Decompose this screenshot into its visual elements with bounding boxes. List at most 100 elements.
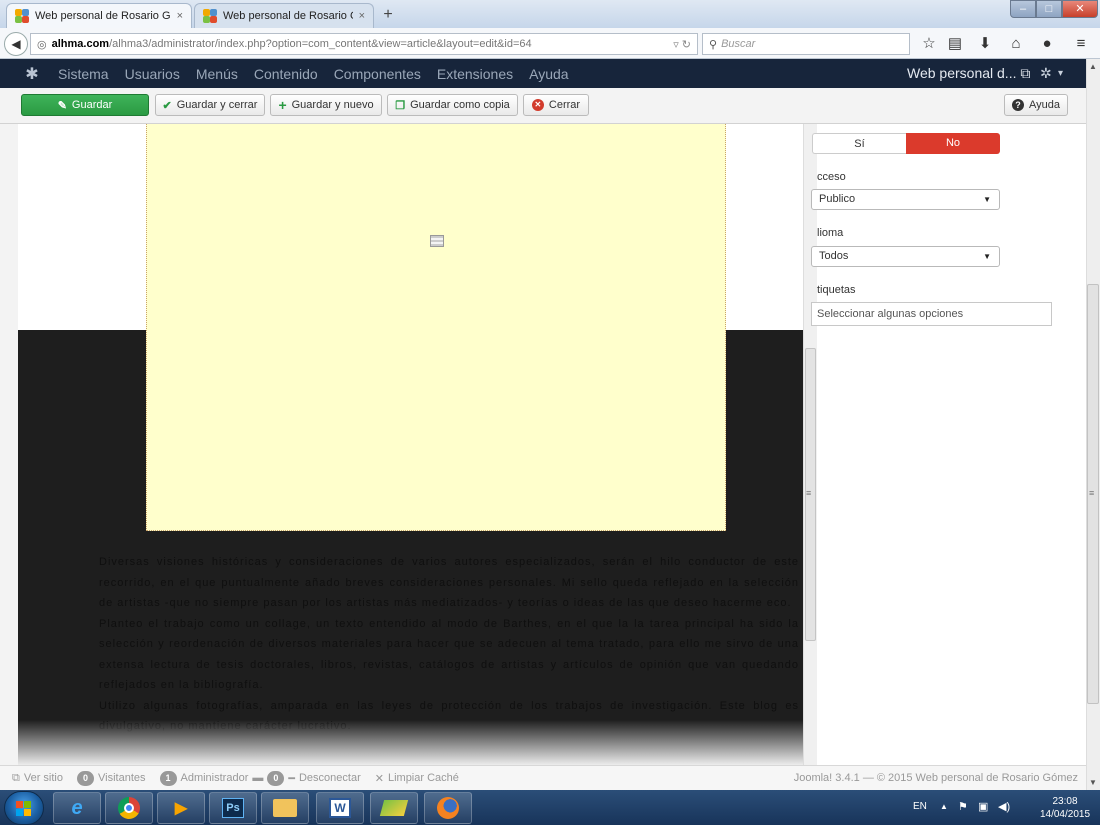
visitors-count-badge: 0 (77, 770, 94, 786)
word-icon[interactable]: W (316, 792, 364, 824)
menu-extensiones[interactable]: Extensiones (437, 66, 513, 82)
scroll-up-icon[interactable]: ▲ (1089, 62, 1097, 71)
search-icon: ⚲ (709, 38, 718, 51)
chat-icon[interactable]: ● (1036, 33, 1058, 55)
logout-icon: ━ (288, 772, 295, 785)
browser-tab[interactable]: Web personal de Rosario G... × (194, 3, 374, 28)
language-select[interactable]: Todos ▼ (811, 246, 1000, 267)
close-window-button[interactable]: ✕ (1062, 0, 1098, 18)
home-icon[interactable]: ⌂ (1005, 33, 1027, 55)
windows-live-icon[interactable] (370, 792, 418, 824)
bookmarks-icon[interactable]: ▤ (944, 33, 966, 55)
chevron-down-icon[interactable]: ▾ (1058, 68, 1063, 79)
view-site-link[interactable]: Ver sitio (24, 772, 63, 784)
save-button[interactable]: ✎ Guardar (21, 94, 149, 116)
tab-close-icon[interactable]: × (359, 10, 365, 22)
url-path: /alhma3/administrator/index.php?option=c… (109, 38, 532, 50)
clear-cache-icon: ✕ (374, 772, 384, 785)
star-icon[interactable]: ☆ (918, 33, 940, 55)
menu-sistema[interactable]: Sistema (58, 66, 109, 82)
network-icon[interactable]: ▣ (978, 800, 988, 813)
toggle-yes-button[interactable]: Sí (812, 133, 906, 154)
menu-componentes[interactable]: Componentes (334, 66, 421, 82)
joomla-favicon-icon (15, 9, 29, 23)
menu-contenido[interactable]: Contenido (254, 66, 318, 82)
copy-icon: ❐ (395, 99, 406, 112)
embedded-object-icon (430, 235, 444, 247)
clear-cache-link[interactable]: Limpiar Caché (388, 772, 459, 784)
gear-icon[interactable]: ✲ (1040, 65, 1052, 82)
options-panel (817, 124, 1086, 765)
action-center-flag-icon[interactable]: ⚑ (958, 800, 968, 813)
back-icon[interactable]: ◀ (4, 32, 28, 56)
messages-icon: ▬ (252, 772, 264, 784)
start-button[interactable] (4, 791, 44, 825)
internet-explorer-icon[interactable]: e (53, 792, 101, 824)
url-host: alhma.com (51, 38, 110, 50)
grip-icon: ≡ (806, 488, 812, 498)
save-close-button[interactable]: ✔ Guardar y cerrar (155, 94, 265, 116)
minimize-window-button[interactable]: – (1010, 0, 1036, 18)
logout-link[interactable]: Desconectar (299, 772, 361, 784)
access-select[interactable]: Publico ▼ (811, 189, 1000, 210)
clock-time: 23:08 (1052, 796, 1078, 807)
chevron-down-icon: ▼ (983, 252, 991, 261)
site-name-link[interactable]: Web personal d... ⧉ (907, 65, 1030, 82)
new-tab-button[interactable]: + (376, 4, 400, 26)
access-value: Publico (819, 193, 856, 205)
download-icon[interactable]: ⬇ (974, 33, 996, 55)
tab-close-icon[interactable]: × (177, 10, 183, 22)
tab-label: Web personal de Rosario G... (223, 10, 353, 22)
save-copy-button[interactable]: ❐ Guardar como copia (387, 94, 518, 116)
scroll-down-icon[interactable]: ▼ (1089, 778, 1097, 787)
firefox-icon[interactable] (424, 792, 472, 824)
browser-tab-active[interactable]: Web personal de Rosario G... × (6, 3, 192, 28)
save-new-button[interactable]: + Guardar y nuevo (270, 94, 382, 116)
toggle-no-button[interactable]: No (906, 133, 1000, 154)
menu-menus[interactable]: Menús (196, 66, 238, 82)
close-label: Cerrar (548, 99, 581, 111)
system-tray: EN ▲ ⚑ ▣ ◀) 23:08 14/04/2015 (900, 790, 1100, 825)
clock[interactable]: 23:08 14/04/2015 (1035, 795, 1095, 821)
menu-ayuda[interactable]: Ayuda (529, 66, 568, 82)
external-link-icon: ⧉ (12, 771, 20, 784)
tags-input[interactable]: Seleccionar algunas opciones (811, 302, 1052, 326)
media-player-icon[interactable]: ▶ (157, 792, 205, 824)
help-label: Ayuda (1029, 99, 1060, 111)
tags-placeholder: Seleccionar algunas opciones (817, 308, 964, 320)
article-paragraph: Planteo el trabajo como un collage, un t… (99, 617, 799, 692)
volume-icon[interactable]: ◀) (998, 800, 1010, 813)
site-name: Web personal d... (907, 65, 1017, 81)
save-label: Guardar (71, 99, 113, 111)
menu-icon[interactable]: ≡ (1070, 33, 1092, 55)
save-close-label: Guardar y cerrar (176, 99, 258, 111)
article-body[interactable]: Diversas visiones históricas y considera… (99, 552, 799, 737)
close-button[interactable]: ✕ Cerrar (523, 94, 589, 116)
photoshop-icon[interactable]: Ps (209, 792, 257, 824)
maximize-window-button[interactable]: □ (1036, 0, 1062, 18)
save-new-label: Guardar y nuevo (291, 99, 374, 111)
reload-icon[interactable]: ▿ ↻ (673, 38, 691, 51)
search-input[interactable]: ⚲ Buscar (702, 33, 910, 55)
chevron-down-icon: ▼ (983, 195, 991, 204)
menu-usuarios[interactable]: Usuarios (125, 66, 180, 82)
joomla-logo-icon[interactable]: ✱ (16, 64, 48, 84)
show-hidden-icons-icon[interactable]: ▲ (940, 802, 948, 811)
close-circle-icon: ✕ (531, 99, 544, 111)
access-label: cceso (817, 171, 846, 183)
messages-count-badge[interactable]: 0 (267, 770, 285, 786)
check-icon: ✔ (162, 99, 172, 112)
language-value: Todos (819, 250, 849, 262)
site-info-icon[interactable]: ◎ (37, 38, 47, 51)
grip-icon: ≡ (1089, 488, 1095, 498)
language-indicator[interactable]: EN (913, 801, 927, 812)
language-label: lioma (817, 227, 844, 239)
clock-date: 14/04/2015 (1039, 809, 1091, 820)
editor-bottom-fade (18, 720, 803, 765)
embedded-media-placeholder[interactable] (146, 124, 726, 531)
file-explorer-icon[interactable] (261, 792, 309, 824)
url-bar[interactable]: ◎ alhma.com /alhma3/administrator/index.… (30, 33, 698, 55)
joomla-favicon-icon (203, 9, 217, 23)
chrome-icon[interactable] (105, 792, 153, 824)
help-button[interactable]: ? Ayuda (1004, 94, 1068, 116)
